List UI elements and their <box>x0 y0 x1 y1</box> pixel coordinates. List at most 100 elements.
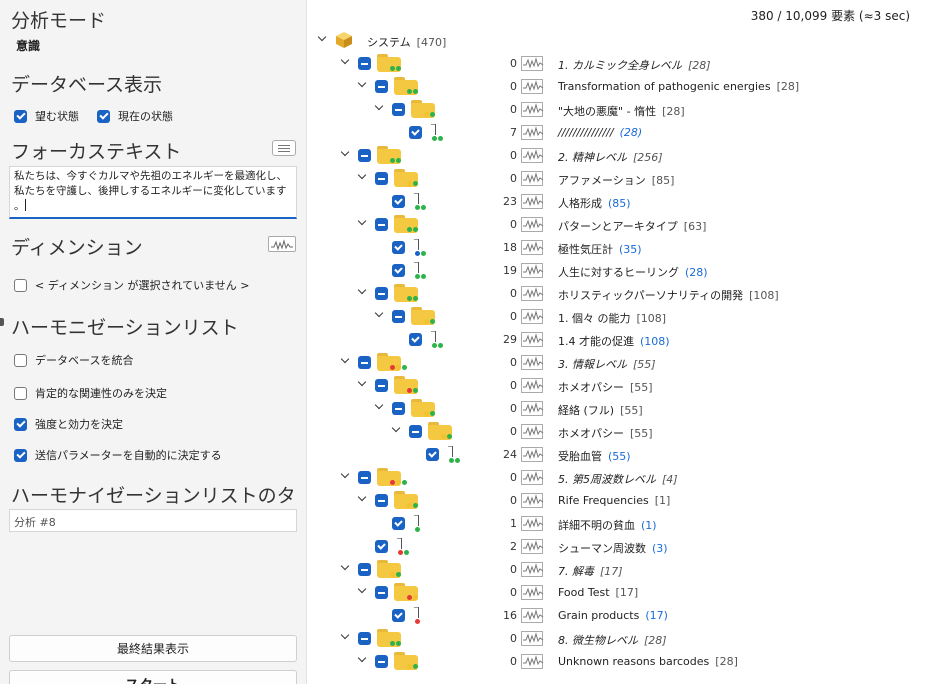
partial-checkbox[interactable] <box>375 172 388 185</box>
waveform-icon[interactable] <box>521 332 544 347</box>
focus-text-input[interactable]: 私たちは、今すぐカルマや先祖のエネルギーを最適化し、 私たちを守護し、後押しする… <box>9 166 297 219</box>
merge-databases-checkbox[interactable] <box>14 353 27 367</box>
chevron-down-icon[interactable] <box>375 310 384 319</box>
option-auto-params[interactable]: 送信パラメーターを自動的に決定する <box>14 447 222 463</box>
waveform-icon[interactable] <box>521 194 544 209</box>
chevron-down-icon[interactable] <box>358 172 367 181</box>
waveform-icon-button[interactable] <box>268 236 296 252</box>
show-final-result-button[interactable]: 最終結果表示 <box>9 635 297 662</box>
waveform-icon[interactable] <box>521 585 544 600</box>
partial-checkbox[interactable] <box>392 103 405 116</box>
option-merge-databases[interactable]: データベースを統合 <box>14 352 133 368</box>
waveform-icon[interactable] <box>521 654 544 669</box>
tree-item-row[interactable]: 1 詳細不明の貧血 (1) <box>307 512 928 535</box>
item-checkbox[interactable] <box>409 126 422 139</box>
tree-item-row[interactable]: 16 Grain products (17) <box>307 604 928 627</box>
chevron-down-icon[interactable] <box>341 149 350 158</box>
tree-item-row[interactable]: 29 1.4 才能の促進 (108) <box>307 328 928 351</box>
tree-root-row[interactable]: システム [470] <box>307 29 928 52</box>
tree-folder-row[interactable]: 0 7. 解毒 [17] <box>307 558 928 581</box>
tree-folder-row[interactable]: 0 1. 個々 の能力 [108] <box>307 305 928 328</box>
chevron-down-icon[interactable] <box>358 218 367 227</box>
chevron-down-icon[interactable] <box>318 34 327 43</box>
chevron-down-icon[interactable] <box>358 80 367 89</box>
partial-checkbox[interactable] <box>358 632 371 645</box>
tree-folder-row[interactable]: 0 "大地の悪魔" - 惰性 [28] <box>307 98 928 121</box>
tree-folder-row[interactable]: 0 Rife Frequencies [1] <box>307 489 928 512</box>
waveform-icon[interactable] <box>521 263 544 278</box>
waveform-icon[interactable] <box>521 631 544 646</box>
tree-folder-row[interactable]: 0 ホメオパシー [55] <box>307 374 928 397</box>
waveform-icon[interactable] <box>521 608 544 623</box>
partial-checkbox[interactable] <box>392 402 405 415</box>
tree-folder-row[interactable]: 0 ホメオパシー [55] <box>307 420 928 443</box>
chevron-down-icon[interactable] <box>375 402 384 411</box>
partial-checkbox[interactable] <box>392 310 405 323</box>
partial-checkbox[interactable] <box>375 379 388 392</box>
option-strength-potency[interactable]: 強度と効力を決定 <box>14 416 123 432</box>
partial-checkbox[interactable] <box>358 149 371 162</box>
item-checkbox[interactable] <box>375 540 388 553</box>
waveform-icon[interactable] <box>521 470 544 485</box>
chevron-down-icon[interactable] <box>358 586 367 595</box>
chevron-down-icon[interactable] <box>341 471 350 480</box>
tree-folder-row[interactable]: 0 5. 第5周波数レベル [4] <box>307 466 928 489</box>
partial-checkbox[interactable] <box>409 425 422 438</box>
tree-folder-row[interactable]: 0 アファメーション [85] <box>307 167 928 190</box>
chevron-down-icon[interactable] <box>341 632 350 641</box>
tree-item-row[interactable]: 18 極性気圧計 (35) <box>307 236 928 259</box>
waveform-icon[interactable] <box>521 309 544 324</box>
waveform-icon[interactable] <box>521 516 544 531</box>
tree-item-row[interactable]: 24 受胎血管 (55) <box>307 443 928 466</box>
partial-checkbox[interactable] <box>375 586 388 599</box>
strength-potency-checkbox[interactable] <box>14 417 27 431</box>
waveform-icon[interactable] <box>521 240 544 255</box>
waveform-icon[interactable] <box>521 493 544 508</box>
partial-checkbox[interactable] <box>358 471 371 484</box>
tree-folder-row[interactable]: 0 Food Test [17] <box>307 581 928 604</box>
partial-checkbox[interactable] <box>358 57 371 70</box>
waveform-icon[interactable] <box>521 125 544 140</box>
chevron-down-icon[interactable] <box>358 655 367 664</box>
chevron-down-icon[interactable] <box>358 494 367 503</box>
partial-checkbox[interactable] <box>358 563 371 576</box>
tree-folder-row[interactable]: 0 1. カルミック全身レベル [28] <box>307 52 928 75</box>
tree-folder-row[interactable]: 0 Unknown reasons barcodes [28] <box>307 650 928 673</box>
partial-checkbox[interactable] <box>375 287 388 300</box>
list-icon-button[interactable] <box>272 140 296 156</box>
waveform-icon[interactable] <box>521 424 544 439</box>
waveform-icon[interactable] <box>521 217 544 232</box>
list-title-input[interactable]: 分析 #8 <box>9 509 297 532</box>
waveform-icon[interactable] <box>521 102 544 117</box>
waveform-icon[interactable] <box>521 148 544 163</box>
partial-checkbox[interactable] <box>375 655 388 668</box>
item-checkbox[interactable] <box>392 609 405 622</box>
item-checkbox[interactable] <box>426 448 439 461</box>
item-checkbox[interactable] <box>392 195 405 208</box>
dimension-empty-row[interactable]: < ディメンション が選択されていません > <box>14 277 250 293</box>
partial-checkbox[interactable] <box>375 218 388 231</box>
current-state-checkbox[interactable] <box>97 109 110 123</box>
item-checkbox[interactable] <box>409 333 422 346</box>
tree-folder-row[interactable]: 0 経絡 (フル) [55] <box>307 397 928 420</box>
tree-folder-row[interactable]: 0 パターンとアーキタイプ [63] <box>307 213 928 236</box>
chevron-down-icon[interactable] <box>375 103 384 112</box>
tree-item-row[interactable]: 2 シューマン周波数 (3) <box>307 535 928 558</box>
tree-item-row[interactable]: 23 人格形成 (85) <box>307 190 928 213</box>
item-checkbox[interactable] <box>392 264 405 277</box>
waveform-icon[interactable] <box>521 378 544 393</box>
waveform-icon[interactable] <box>521 562 544 577</box>
chevron-down-icon[interactable] <box>358 379 367 388</box>
waveform-icon[interactable] <box>521 539 544 554</box>
auto-params-checkbox[interactable] <box>14 448 27 462</box>
chevron-down-icon[interactable] <box>341 563 350 572</box>
option-positive-only[interactable]: 肯定的な関連性のみを決定 <box>14 385 167 401</box>
chevron-down-icon[interactable] <box>392 425 401 434</box>
partial-checkbox[interactable] <box>375 494 388 507</box>
desired-state-checkbox[interactable] <box>14 109 27 123</box>
partial-checkbox[interactable] <box>375 80 388 93</box>
tree-item-row[interactable]: 7 /////////////// (28) <box>307 121 928 144</box>
tree-folder-row[interactable]: 0 2. 精神レベル [256] <box>307 144 928 167</box>
dimension-checkbox[interactable] <box>14 278 27 292</box>
waveform-icon[interactable] <box>521 171 544 186</box>
